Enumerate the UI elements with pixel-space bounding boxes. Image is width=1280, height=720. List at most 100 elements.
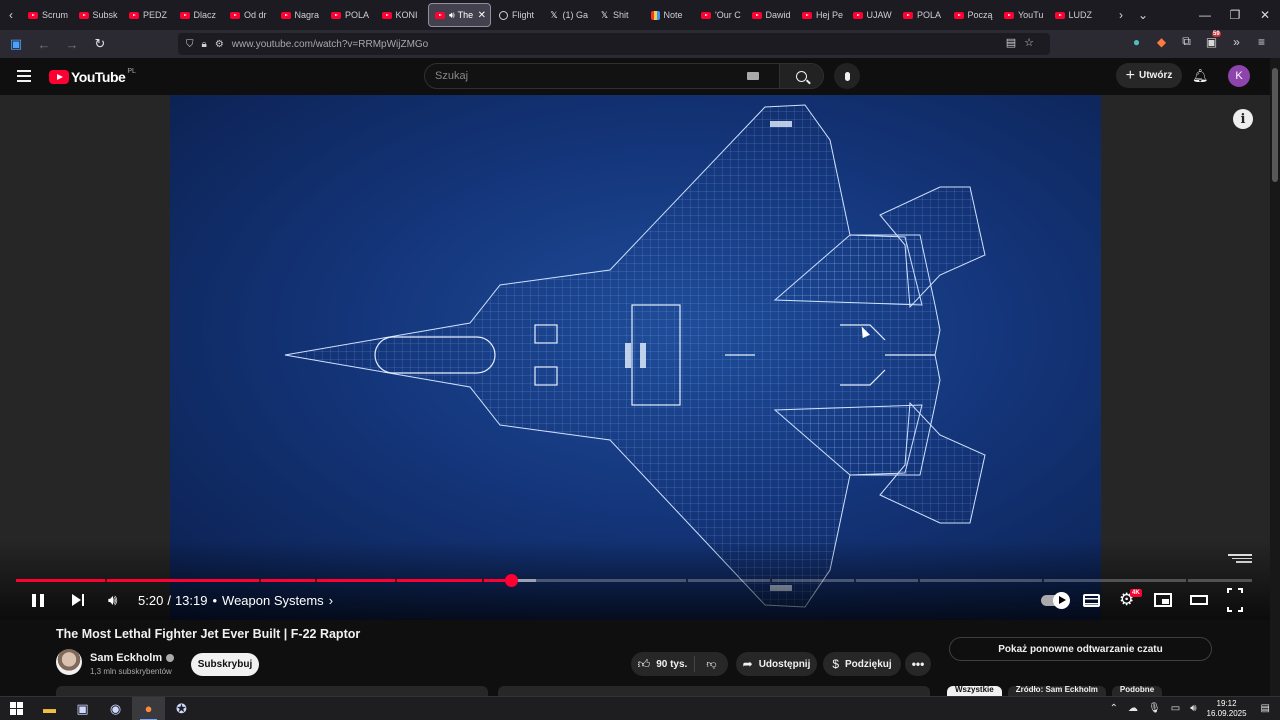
reload-icon[interactable]: ↻: [88, 32, 112, 56]
notifications-bell-icon[interactable]: 🔔︎: [1192, 68, 1209, 83]
tab-9[interactable]: Flight: [493, 3, 544, 27]
app-icon[interactable]: ✪: [165, 697, 198, 720]
thanks-button[interactable]: $ Podziękuj: [823, 652, 901, 676]
tray-overflow-icon[interactable]: ⌃: [1110, 703, 1118, 714]
search-box[interactable]: Szukaj: [424, 63, 824, 89]
video-player[interactable]: i 🔊︎ 5:20 / 13:19 • Weapon Systems › ⚙︎ 4…: [0, 95, 1270, 620]
page-scrollbar[interactable]: [1270, 58, 1280, 696]
tab-2[interactable]: PEDZ: [123, 3, 174, 27]
tab-13[interactable]: 'Our C: [695, 3, 746, 27]
tab-label: Scrum: [42, 10, 69, 20]
close-tab-icon[interactable]: ✕: [478, 10, 486, 21]
tab-12[interactable]: Note: [645, 3, 696, 27]
tab-17[interactable]: POLA: [897, 3, 948, 27]
autoplay-toggle[interactable]: [1041, 588, 1070, 612]
extension-shield-icon[interactable]: ●: [1124, 35, 1149, 49]
steam-icon[interactable]: ◉: [99, 697, 132, 720]
voice-search-button[interactable]: [834, 63, 860, 89]
channel-name[interactable]: Sam Eckholm: [90, 652, 175, 664]
guide-menu-icon[interactable]: [17, 70, 31, 85]
extensions-icon[interactable]: ⧉: [1174, 34, 1199, 49]
sidebar-toggle-icon[interactable]: ▣: [4, 32, 28, 56]
theater-mode-button[interactable]: [1190, 588, 1208, 612]
settings-button[interactable]: ⚙︎ 4K: [1119, 588, 1142, 612]
clock[interactable]: 19:12 16.09.2025: [1207, 699, 1247, 719]
pause-button[interactable]: [32, 588, 48, 612]
search-input[interactable]: Szukaj: [425, 70, 747, 82]
tab-18[interactable]: Począ: [948, 3, 999, 27]
address-bar[interactable]: ⛉ 🔒︎ ⚙︎ www.youtube.com/watch?v=RRMpWijZ…: [178, 33, 1050, 55]
tab-4[interactable]: Od dr: [224, 3, 275, 27]
description-card-2: [498, 686, 930, 696]
youtube-logo[interactable]: YouTube PL: [49, 68, 136, 85]
tab-10[interactable]: 𝕏 (1) Ga: [544, 3, 595, 27]
fullscreen-button[interactable]: [1227, 588, 1243, 612]
tab-audio-icon[interactable]: 🔊︎: [449, 10, 455, 21]
computer-icon[interactable]: ▣: [66, 697, 99, 720]
lock-icon[interactable]: 🔒︎: [202, 39, 207, 50]
close-window-icon[interactable]: ✕: [1250, 8, 1280, 22]
channel-avatar[interactable]: [56, 649, 82, 675]
tabs-scroll-left-icon[interactable]: ‹: [0, 0, 22, 30]
file-explorer-icon[interactable]: ▬: [33, 697, 66, 720]
tab-label: The: [457, 10, 474, 20]
tracking-shield-icon[interactable]: ⛉: [186, 39, 194, 50]
start-button[interactable]: [0, 697, 33, 720]
permissions-icon[interactable]: ⚙︎: [215, 39, 224, 50]
back-icon[interactable]: ←: [32, 32, 56, 56]
app-menu-icon[interactable]: ≡: [1249, 35, 1274, 49]
overflow-chevron-icon[interactable]: »: [1224, 35, 1249, 49]
tab-8[interactable]: 🔊︎ The ✕: [428, 3, 491, 27]
windows-icon: [10, 702, 23, 715]
minimize-icon[interactable]: —: [1190, 8, 1220, 22]
tab-16[interactable]: UJAW: [847, 3, 898, 27]
tab-19[interactable]: YouTu: [998, 3, 1049, 27]
firefox-icon[interactable]: ●: [132, 696, 165, 720]
tabs-scroll-right-icon[interactable]: ›: [1110, 0, 1132, 30]
tab-label: Shit: [613, 10, 629, 20]
volume-icon[interactable]: 🔊︎: [108, 588, 117, 612]
scrollbar-thumb[interactable]: [1272, 68, 1278, 182]
time-display[interactable]: 5:20 / 13:19 • Weapon Systems ›: [138, 588, 333, 612]
next-video-button[interactable]: [72, 588, 84, 612]
restore-icon[interactable]: ❐: [1220, 8, 1250, 22]
bookmark-icons[interactable]: ▤☆: [1006, 36, 1042, 49]
account-avatar[interactable]: K: [1228, 65, 1250, 87]
search-button[interactable]: [779, 64, 823, 88]
list-all-tabs-icon[interactable]: ⌄: [1132, 0, 1154, 30]
scrubber-handle[interactable]: [505, 574, 519, 587]
tray-microphone-icon[interactable]: 🎙︎: [1148, 703, 1161, 714]
tab-1[interactable]: Subsk: [73, 3, 124, 27]
create-button[interactable]: + Utwórz: [1116, 63, 1182, 88]
extension-fox-icon[interactable]: ◆: [1149, 35, 1174, 49]
tab-6[interactable]: POLA: [325, 3, 376, 27]
tab-5[interactable]: Nagra: [275, 3, 326, 27]
like-button[interactable]: 👍︎ 90 tys.: [631, 656, 695, 672]
miniplayer-button[interactable]: [1154, 588, 1172, 612]
chapter-title[interactable]: Weapon Systems: [222, 593, 324, 608]
progress-bar[interactable]: [16, 574, 1252, 587]
tab-3[interactable]: Dlacz: [174, 3, 225, 27]
subtitles-button[interactable]: [1083, 588, 1100, 612]
notifications-icon[interactable]: ▤: [1261, 703, 1270, 714]
onedrive-icon[interactable]: ☁: [1128, 703, 1138, 714]
keyboard-icon[interactable]: [747, 72, 759, 80]
tab-0[interactable]: Scrum: [22, 3, 73, 27]
network-icon[interactable]: ▭: [1171, 703, 1180, 714]
volume-tray-icon[interactable]: 🔊︎: [1190, 703, 1196, 714]
youtube-icon: [802, 11, 812, 19]
subscribe-button[interactable]: Subskrybuj: [191, 653, 259, 676]
info-icon[interactable]: i: [1233, 109, 1253, 129]
share-button[interactable]: ➦ Udostępnij: [736, 652, 817, 676]
tab-20[interactable]: LUDZ: [1049, 3, 1100, 27]
youtube-icon: [280, 11, 291, 19]
tab-14[interactable]: Dawid: [746, 3, 797, 27]
tab-15[interactable]: Hej Pe: [796, 3, 847, 27]
tab-11[interactable]: 𝕏 Shit: [594, 3, 645, 27]
forward-icon[interactable]: →: [60, 32, 84, 56]
tab-7[interactable]: KONI: [376, 3, 427, 27]
dislike-button[interactable]: 👎︎: [695, 658, 728, 670]
extension-badge-icon[interactable]: ▣ 59: [1199, 30, 1224, 49]
more-actions-button[interactable]: •••: [905, 652, 931, 676]
chat-replay-button[interactable]: Pokaż ponowne odtwarzanie czatu: [949, 637, 1212, 661]
